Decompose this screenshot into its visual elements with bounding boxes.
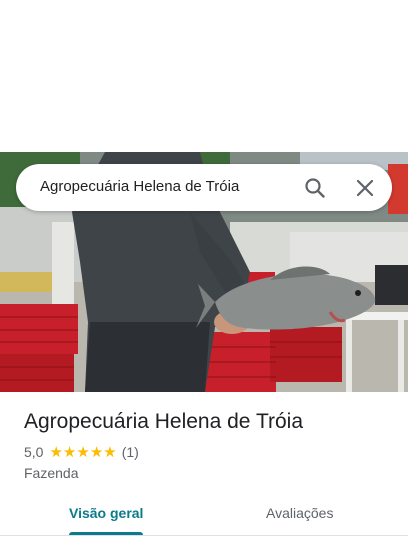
search-bar[interactable]: Agropecuária Helena de Tróia <box>16 164 392 211</box>
rating-stars: ★ ★ ★ ★ ★ <box>49 445 116 460</box>
tabs-divider <box>0 535 408 536</box>
search-icon[interactable] <box>300 173 330 203</box>
review-count[interactable]: (1) <box>122 444 139 460</box>
search-input[interactable]: Agropecuária Helena de Tróia <box>40 178 239 195</box>
star-icon: ★ <box>103 443 117 461</box>
star-icon: ★ <box>62 443 77 461</box>
close-icon[interactable] <box>350 173 380 203</box>
tab-reviews[interactable]: Avaliações <box>266 505 333 521</box>
star-icon: ★ <box>89 443 104 461</box>
star-icon: ★ <box>49 443 63 461</box>
rating-row[interactable]: 5,0 ★ ★ ★ ★ ★ (1) <box>24 444 139 460</box>
place-title: Agropecuária Helena de Tróia <box>24 410 304 433</box>
place-category: Fazenda <box>24 465 79 481</box>
tab-overview[interactable]: Visão geral <box>69 505 143 521</box>
rating-value: 5,0 <box>24 444 44 460</box>
star-icon: ★ <box>76 443 90 461</box>
